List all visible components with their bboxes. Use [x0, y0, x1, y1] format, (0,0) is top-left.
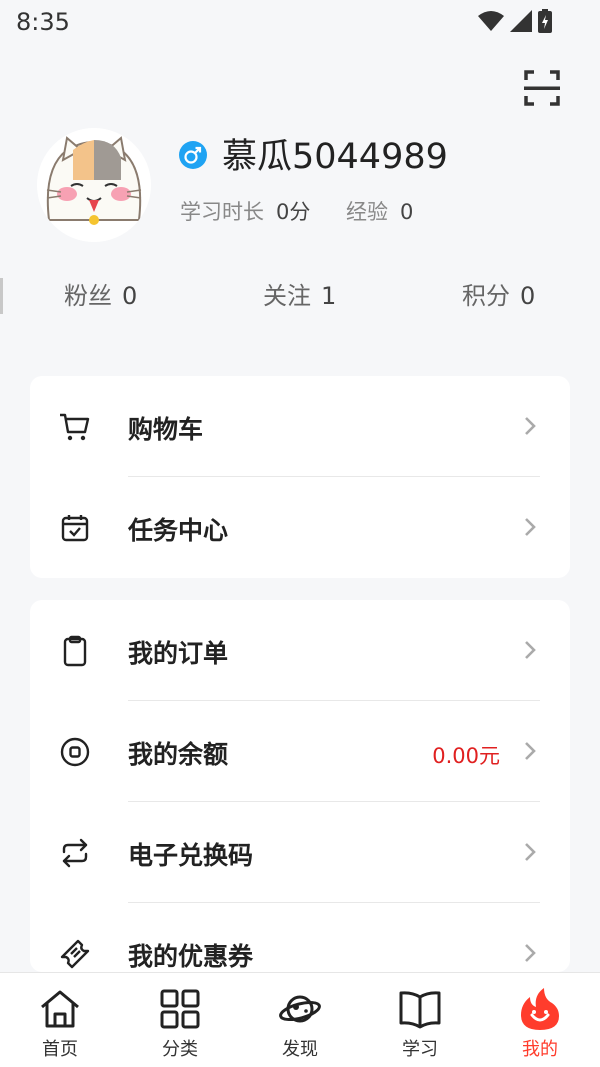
- menu-label: 我的订单: [128, 639, 229, 668]
- chevron-right-icon: [518, 414, 542, 438]
- study-time-stat: 学习时长 0分: [180, 196, 310, 226]
- menu-item-coupons[interactable]: 我的优惠券: [30, 903, 570, 972]
- coin-icon: [58, 735, 92, 769]
- home-icon: [38, 987, 82, 1031]
- chevron-right-icon: [518, 739, 542, 763]
- tab-label: 首页: [42, 1039, 78, 1060]
- calendar-check-icon: [58, 511, 92, 545]
- exp-value: 0: [400, 200, 414, 224]
- social-bar: 粉丝 0 关注 1 积分 0: [0, 276, 600, 320]
- scan-button[interactable]: [520, 66, 564, 110]
- fans-value: 0: [122, 282, 138, 310]
- fans-stat[interactable]: 粉丝 0: [64, 276, 137, 311]
- follow-stat[interactable]: 关注 1: [263, 276, 336, 311]
- chevron-right-icon: [518, 515, 542, 539]
- study-time-value: 0分: [276, 200, 311, 224]
- edge-marker: [0, 278, 3, 314]
- cart-icon: [58, 410, 92, 444]
- menu-card-2: 我的订单 我的余额 0.00元 电子兑换码 我的优惠券: [30, 600, 570, 972]
- exp-label: 经验: [346, 200, 388, 224]
- book-icon: [398, 987, 442, 1031]
- tab-label: 分类: [162, 1039, 198, 1060]
- grid-icon: [158, 987, 202, 1031]
- status-icons: [472, 9, 552, 33]
- tab-bar: 首页 分类 发现 学习 我的: [0, 972, 600, 1067]
- tab-study[interactable]: 学习: [360, 973, 480, 1067]
- tab-label: 学习: [402, 1039, 438, 1060]
- points-label: 积分: [462, 282, 510, 310]
- tab-label: 我的: [522, 1039, 558, 1060]
- chevron-right-icon: [518, 941, 542, 965]
- menu-item-task-center[interactable]: 任务中心: [30, 477, 570, 578]
- chevron-right-icon: [518, 638, 542, 662]
- balance-amount: 0.00元: [432, 744, 500, 768]
- menu-label: 我的优惠券: [128, 942, 254, 971]
- scan-icon: [524, 70, 560, 106]
- clipboard-icon: [58, 634, 92, 668]
- menu-label: 购物车: [128, 415, 204, 444]
- exp-stat: 经验 0: [346, 196, 413, 226]
- menu-item-balance[interactable]: 我的余额 0.00元: [30, 701, 570, 802]
- username[interactable]: 慕瓜5044989: [222, 128, 448, 179]
- menu-item-orders[interactable]: 我的订单: [30, 600, 570, 701]
- avatar[interactable]: [37, 128, 151, 242]
- menu-card-1: 购物车 任务中心: [30, 376, 570, 578]
- follow-value: 1: [321, 282, 337, 310]
- tab-discover[interactable]: 发现: [240, 973, 360, 1067]
- menu-item-cart[interactable]: 购物车: [30, 376, 570, 477]
- menu-item-redeem-code[interactable]: 电子兑换码: [30, 802, 570, 903]
- tab-mine[interactable]: 我的: [480, 973, 600, 1067]
- planet-icon: [278, 987, 322, 1031]
- menu-label: 我的余额: [128, 740, 229, 769]
- tab-label: 发现: [282, 1039, 318, 1060]
- study-time-label: 学习时长: [180, 200, 264, 224]
- menu-label: 电子兑换码: [128, 841, 254, 870]
- follow-label: 关注: [263, 282, 311, 310]
- signal-icon: [510, 10, 532, 32]
- points-value: 0: [520, 282, 536, 310]
- status-time: 8:35: [16, 8, 70, 36]
- wifi-icon: [478, 11, 504, 31]
- male-icon: [179, 141, 207, 169]
- exchange-icon: [58, 836, 92, 870]
- fans-label: 粉丝: [64, 282, 112, 310]
- cat-avatar: [37, 128, 151, 242]
- chevron-right-icon: [518, 840, 542, 864]
- status-bar: 8:35: [0, 0, 600, 48]
- tab-category[interactable]: 分类: [120, 973, 240, 1067]
- points-stat[interactable]: 积分 0: [462, 276, 535, 311]
- ticket-icon: [58, 937, 92, 971]
- flame-icon: [518, 987, 562, 1031]
- tab-home[interactable]: 首页: [0, 973, 120, 1067]
- battery-icon: [538, 9, 552, 33]
- menu-label: 任务中心: [128, 516, 229, 545]
